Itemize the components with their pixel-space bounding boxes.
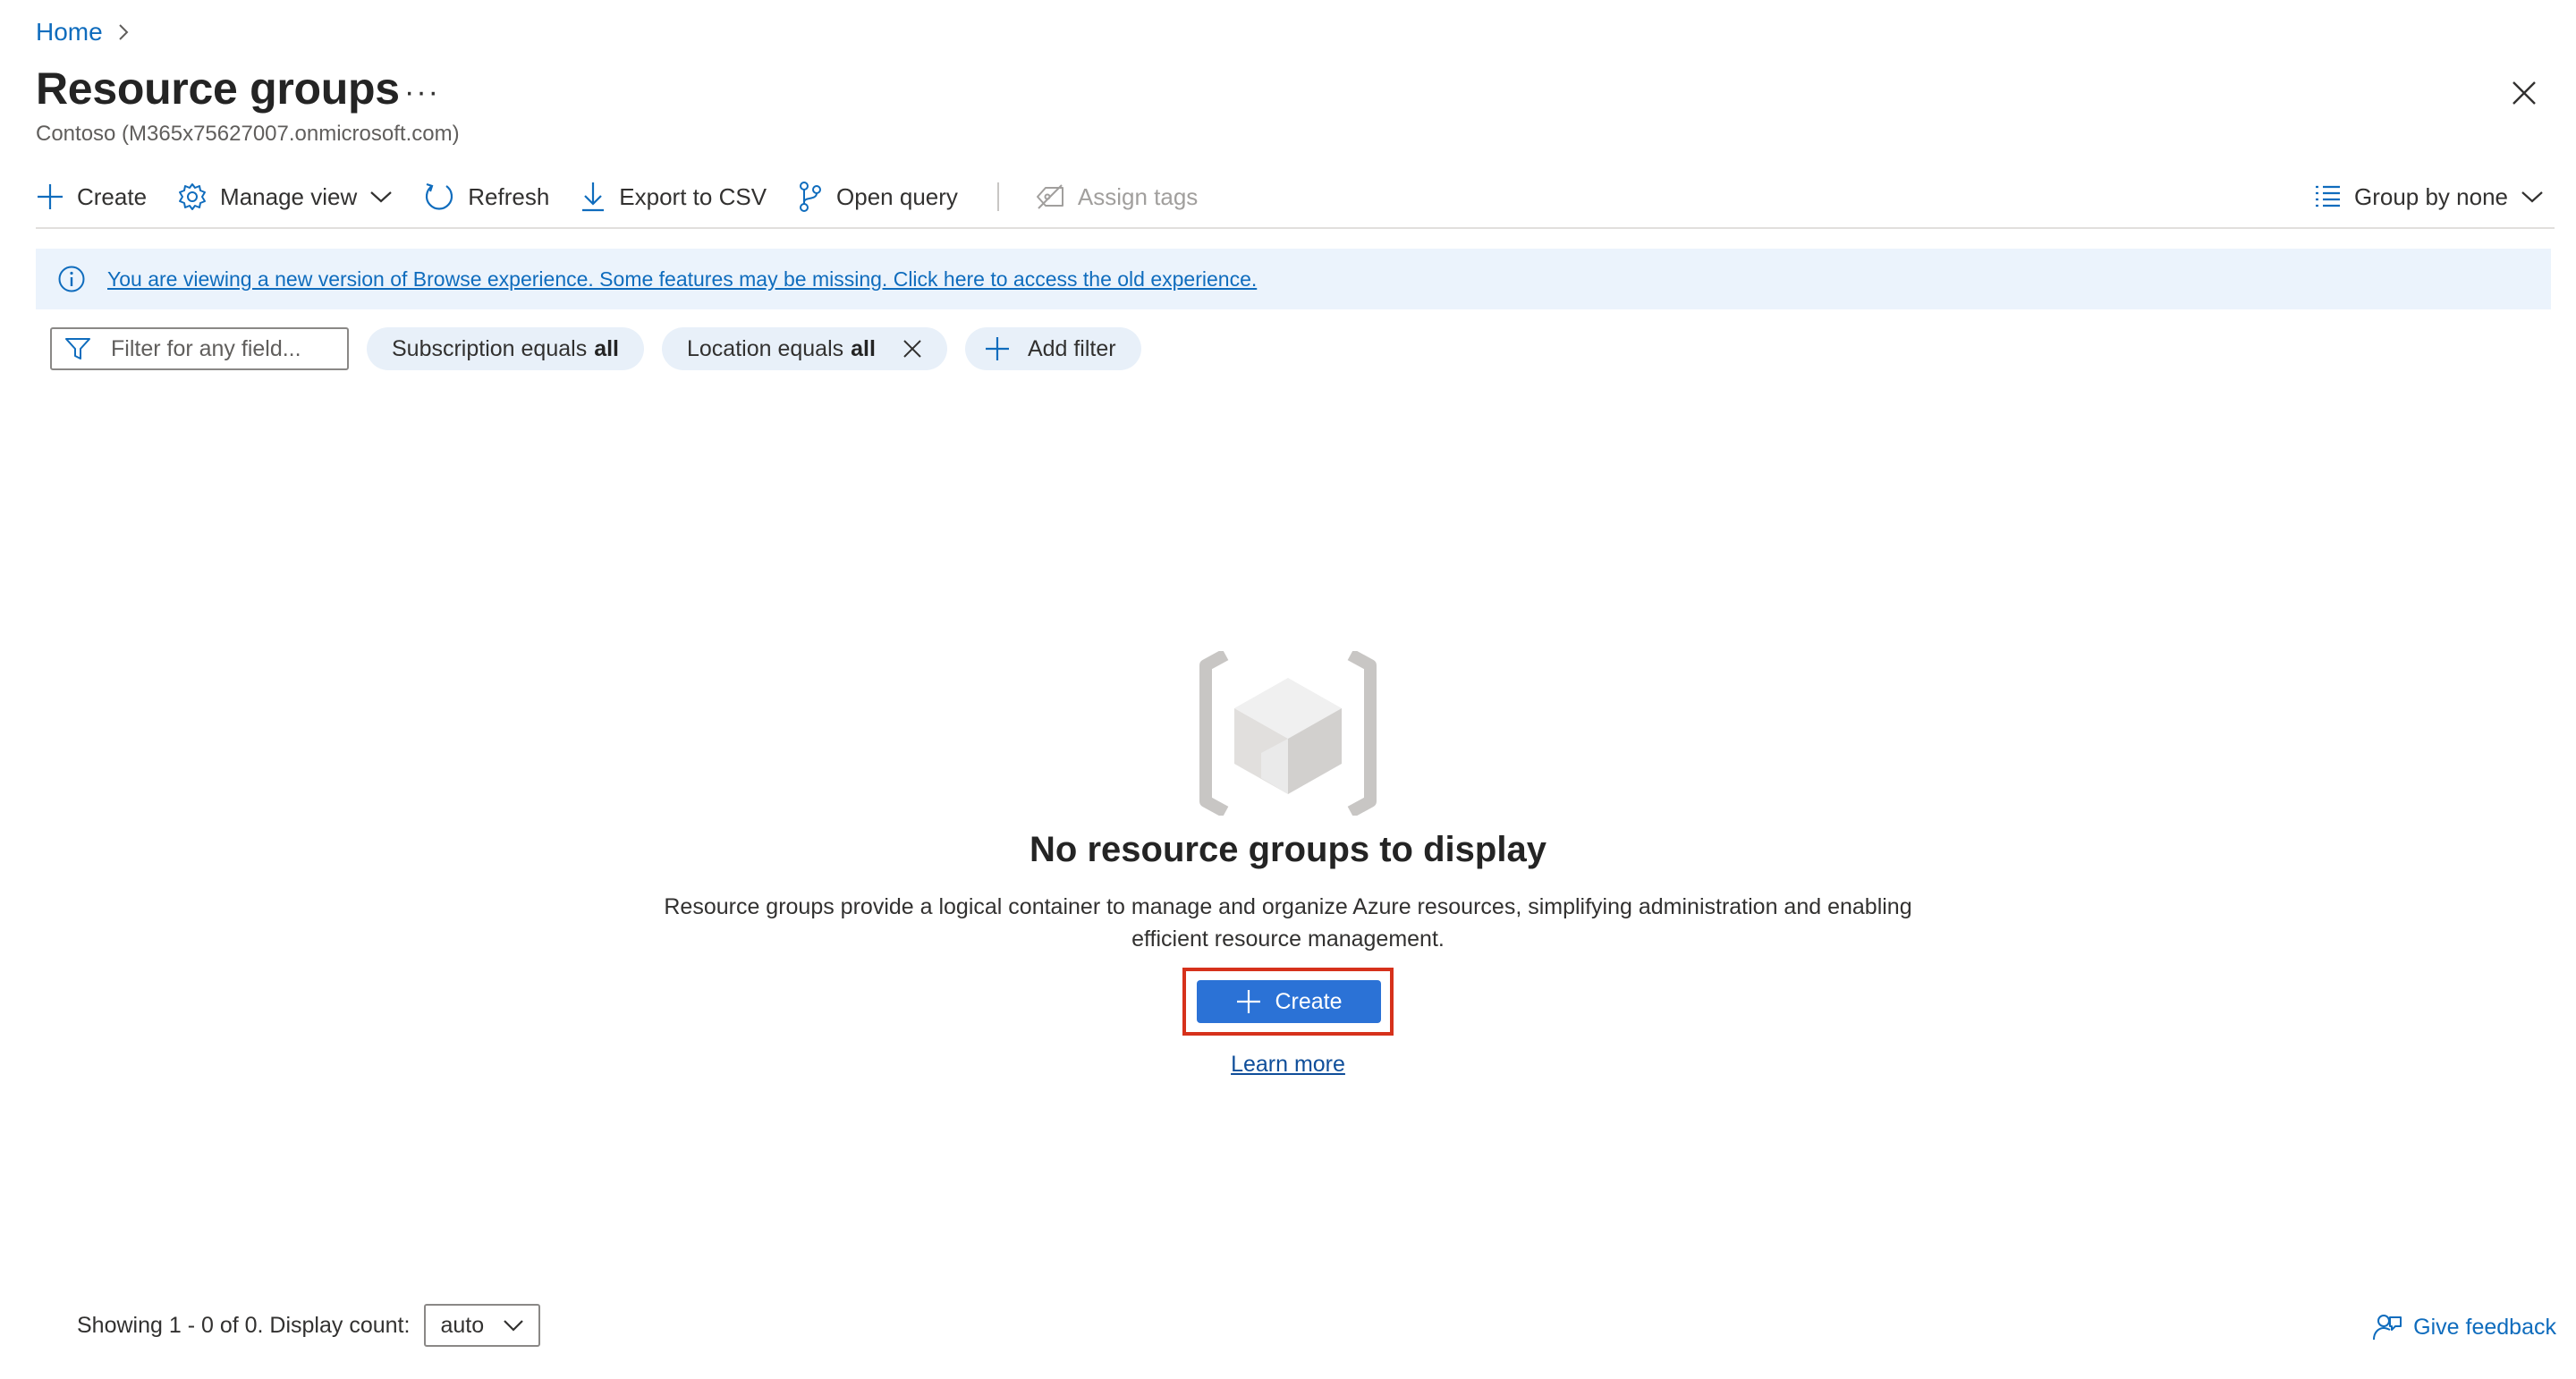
download-icon [580, 181, 606, 213]
subscription-filter-label: Subscription equals [392, 335, 588, 361]
feedback-icon [2372, 1312, 2402, 1342]
chevron-right-icon [117, 22, 130, 42]
filter-bar: Subscription equals all Location equals … [50, 327, 1141, 370]
info-banner: You are viewing a new version of Browse … [36, 249, 2551, 309]
learn-more-link[interactable]: Learn more [1231, 1052, 1345, 1077]
export-csv-button[interactable]: Export to CSV [580, 175, 767, 218]
breadcrumb: Home [36, 14, 130, 50]
close-button[interactable] [2504, 73, 2544, 113]
filter-field[interactable] [50, 327, 349, 370]
page-title: Resource groups [36, 63, 400, 114]
plus-icon [985, 336, 1010, 361]
create-button-label: Create [1275, 988, 1343, 1014]
refresh-button[interactable]: Refresh [423, 175, 549, 218]
empty-state-title: No resource groups to display [1030, 830, 1546, 869]
create-label: Create [77, 182, 148, 210]
subscription-filter-pill[interactable]: Subscription equals all [367, 327, 644, 370]
refresh-icon [423, 181, 455, 213]
tag-icon [1035, 183, 1065, 210]
old-experience-link[interactable]: You are viewing a new version of Browse … [107, 267, 1257, 292]
more-options-button[interactable]: ··· [404, 75, 440, 110]
group-by-dropdown[interactable]: Group by none [2313, 175, 2544, 218]
gear-icon [177, 182, 208, 212]
info-icon [57, 265, 86, 293]
create-toolbar-button[interactable]: Create [36, 175, 147, 218]
export-csv-label: Export to CSV [619, 182, 767, 210]
location-filter-value: all [851, 335, 876, 361]
assign-tags-label: Assign tags [1077, 182, 1199, 210]
add-filter-label: Add filter [1027, 335, 1116, 361]
filter-input[interactable] [111, 335, 317, 362]
page-subtitle: Contoso (M365x75627007.onmicrosoft.com) [36, 122, 460, 146]
subscription-filter-value: all [594, 335, 619, 361]
location-filter-pill[interactable]: Location equals all [662, 327, 947, 370]
close-icon [2511, 80, 2538, 106]
give-feedback-label: Give feedback [2413, 1314, 2556, 1340]
display-count-value: auto [440, 1312, 485, 1338]
toolbar-divider [996, 182, 999, 211]
filter-icon [64, 336, 91, 361]
pagination-status: Showing 1 - 0 of 0. Display count: auto [77, 1304, 541, 1347]
display-count-select[interactable]: auto [424, 1304, 541, 1347]
assign-tags-button[interactable]: Assign tags [1035, 175, 1198, 218]
remove-filter-icon[interactable] [902, 339, 922, 359]
chevron-down-icon [503, 1319, 524, 1332]
plus-icon [1235, 988, 1262, 1015]
list-icon [2313, 183, 2342, 210]
command-bar: Create Manage view Refresh Export to CSV… [36, 175, 1228, 218]
manage-view-button[interactable]: Manage view [177, 175, 393, 218]
empty-resource-group-icon [1199, 651, 1377, 816]
manage-view-label: Manage view [220, 182, 358, 210]
showing-count-text: Showing 1 - 0 of 0. Display count: [77, 1312, 411, 1338]
open-query-button[interactable]: Open query [797, 175, 958, 218]
plus-icon [36, 182, 64, 211]
empty-state-description: Resource groups provide a logical contai… [664, 894, 1912, 952]
breadcrumb-home-link[interactable]: Home [36, 18, 103, 47]
give-feedback-link[interactable]: Give feedback [2372, 1306, 2556, 1349]
location-filter-label: Location equals [687, 335, 844, 361]
create-resource-group-button[interactable]: Create [1197, 980, 1381, 1023]
query-icon [797, 181, 824, 213]
group-by-label: Group by none [2353, 182, 2508, 210]
refresh-label: Refresh [468, 182, 550, 210]
add-filter-button[interactable]: Add filter [964, 327, 1141, 370]
chevron-down-icon [2521, 190, 2544, 204]
toolbar-divider-line [36, 227, 2555, 229]
learn-more-container: Learn more [0, 1052, 2576, 1078]
open-query-label: Open query [836, 182, 958, 210]
chevron-down-icon [369, 190, 393, 204]
